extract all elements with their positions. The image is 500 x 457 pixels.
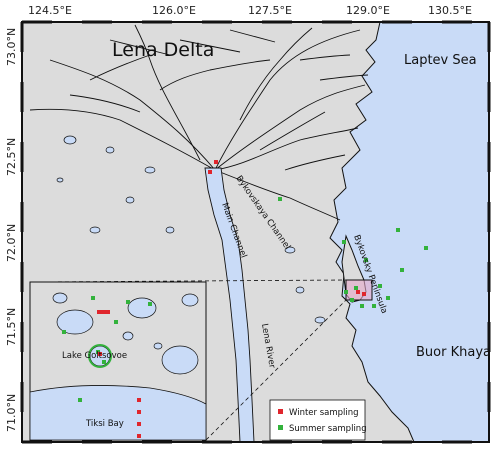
sea-label-buor-khaya: Buor Khaya — [416, 345, 491, 360]
lon-tick-label: 127.5°E — [248, 4, 292, 17]
sea-label-laptev: Laptev Sea — [404, 53, 477, 68]
map-title: Lena Delta — [112, 39, 214, 61]
longitude-ticks: 124.5°E 126.0°E 127.5°E 129.0°E 130.5°E — [28, 4, 472, 17]
lat-tick-label: 71.0°N — [5, 394, 18, 432]
latitude-ticks: 73.0°N 72.5°N 72.0°N 71.5°N 71.0°N — [5, 28, 18, 432]
lon-tick-label: 130.5°E — [428, 4, 472, 17]
lat-tick-label: 72.0°N — [5, 224, 18, 262]
lon-tick-label: 129.0°E — [346, 4, 390, 17]
lena-delta-map: Winter sampling Summer sampling Lena Del… — [5, 4, 491, 444]
lon-tick-label: 124.5°E — [28, 4, 72, 17]
lat-tick-label: 73.0°N — [5, 28, 18, 66]
lat-tick-label: 71.5°N — [5, 308, 18, 346]
label-lake-goltsovoe: Lake Goltsovoe — [62, 351, 127, 361]
legend-winter-label: Winter sampling — [289, 408, 359, 418]
legend: Winter sampling Summer sampling — [269, 399, 367, 441]
lon-tick-label: 126.0°E — [152, 4, 196, 17]
label-tiksi-bay: Tiksi Bay — [85, 419, 124, 429]
legend-summer-label: Summer sampling — [289, 424, 367, 434]
legend-winter-marker — [278, 409, 283, 414]
legend-summer-marker — [278, 425, 283, 430]
lat-tick-label: 72.5°N — [5, 138, 18, 176]
inset-panel — [29, 281, 207, 441]
